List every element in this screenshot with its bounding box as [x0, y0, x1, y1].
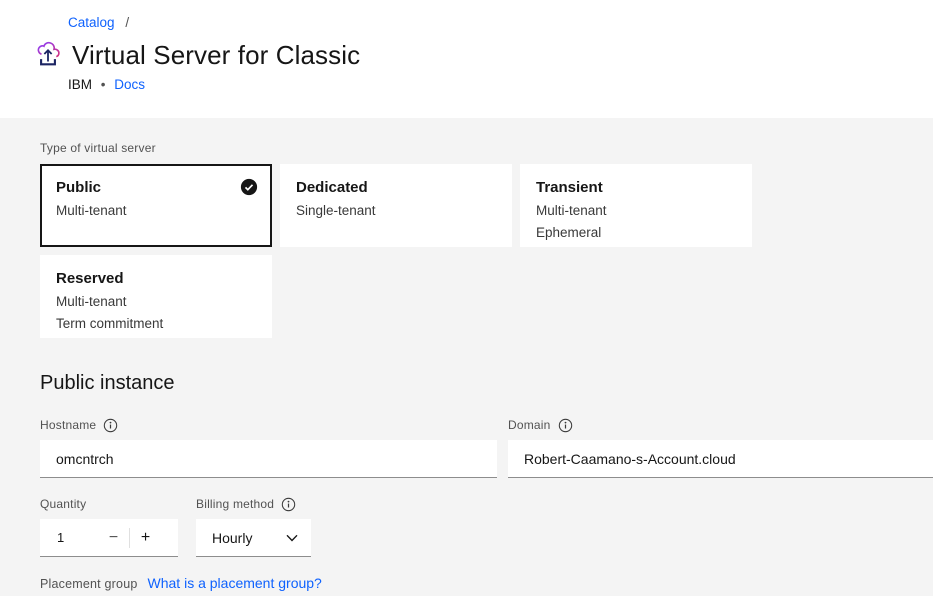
info-icon[interactable] — [103, 418, 118, 433]
domain-label: Domain — [508, 418, 551, 433]
docs-link[interactable]: Docs — [114, 77, 145, 92]
tile-title: Dedicated — [296, 178, 496, 197]
tile-title: Public — [56, 178, 256, 197]
chevron-down-icon — [286, 534, 298, 542]
domain-input[interactable] — [508, 440, 933, 478]
title-row: Virtual Server for Classic — [35, 38, 933, 72]
tile-subtitle: Multi-tenant — [56, 202, 256, 219]
checkmark-filled-icon — [240, 178, 258, 196]
tile-dedicated[interactable]: Dedicated Single-tenant — [280, 164, 512, 247]
decrement-button[interactable]: − — [98, 519, 129, 556]
quantity-field: Quantity − + — [40, 497, 178, 557]
dot-separator: • — [101, 77, 106, 92]
hostname-label: Hostname — [40, 418, 96, 433]
quantity-label: Quantity — [40, 497, 86, 512]
tile-subtitle: Multi-tenant — [536, 202, 736, 219]
placement-group-help-link[interactable]: What is a placement group? — [148, 575, 322, 591]
breadcrumb-separator: / — [125, 15, 129, 30]
virtual-server-catalog-page: Catalog / Virtual Server for Class — [0, 0, 933, 596]
quantity-stepper: − + — [40, 519, 178, 557]
hostname-domain-row: Hostname Domain — [40, 418, 933, 478]
tile-subtitle: Ephemeral — [536, 224, 736, 241]
tile-transient[interactable]: Transient Multi-tenant Ephemeral — [520, 164, 752, 247]
tile-reserved[interactable]: Reserved Multi-tenant Term commitment — [40, 255, 272, 338]
billing-method-label: Billing method — [196, 497, 274, 512]
tile-public[interactable]: Public Multi-tenant — [40, 164, 272, 247]
hostname-field: Hostname — [40, 418, 497, 478]
cloud-upload-icon — [35, 40, 61, 70]
configuration-section: Type of virtual server Public Multi-tena… — [0, 118, 933, 596]
quantity-input[interactable] — [40, 530, 98, 545]
tile-title: Transient — [536, 178, 736, 197]
breadcrumb: Catalog / — [68, 14, 933, 31]
breadcrumb-catalog-link[interactable]: Catalog — [68, 15, 115, 30]
tile-subtitle: Term commitment — [56, 315, 256, 332]
tile-subtitle: Multi-tenant — [56, 293, 256, 310]
tile-title: Reserved — [56, 269, 256, 288]
billing-method-dropdown[interactable]: Hourly — [196, 519, 311, 557]
provider-subtitle: IBM • Docs — [68, 76, 933, 93]
page-title: Virtual Server for Classic — [72, 38, 360, 72]
placement-group-label: Placement group — [40, 577, 138, 591]
billing-method-value: Hourly — [212, 530, 252, 546]
public-instance-heading: Public instance — [40, 370, 933, 396]
placement-group-row: Placement group What is a placement grou… — [40, 575, 933, 591]
provider-label: IBM — [68, 77, 92, 92]
info-icon[interactable] — [281, 497, 296, 512]
server-type-tile-group: Public Multi-tenant Dedicated Single-ten… — [40, 164, 752, 338]
hostname-input[interactable] — [40, 440, 497, 478]
type-of-virtual-server-label: Type of virtual server — [40, 141, 933, 156]
tile-subtitle: Single-tenant — [296, 202, 496, 219]
billing-method-field: Billing method Hourly — [196, 497, 311, 557]
page-header: Catalog / Virtual Server for Class — [0, 0, 933, 118]
info-icon[interactable] — [558, 418, 573, 433]
quantity-billing-row: Quantity − + Billing method — [40, 497, 933, 557]
increment-button[interactable]: + — [130, 519, 161, 556]
domain-field: Domain — [508, 418, 933, 478]
